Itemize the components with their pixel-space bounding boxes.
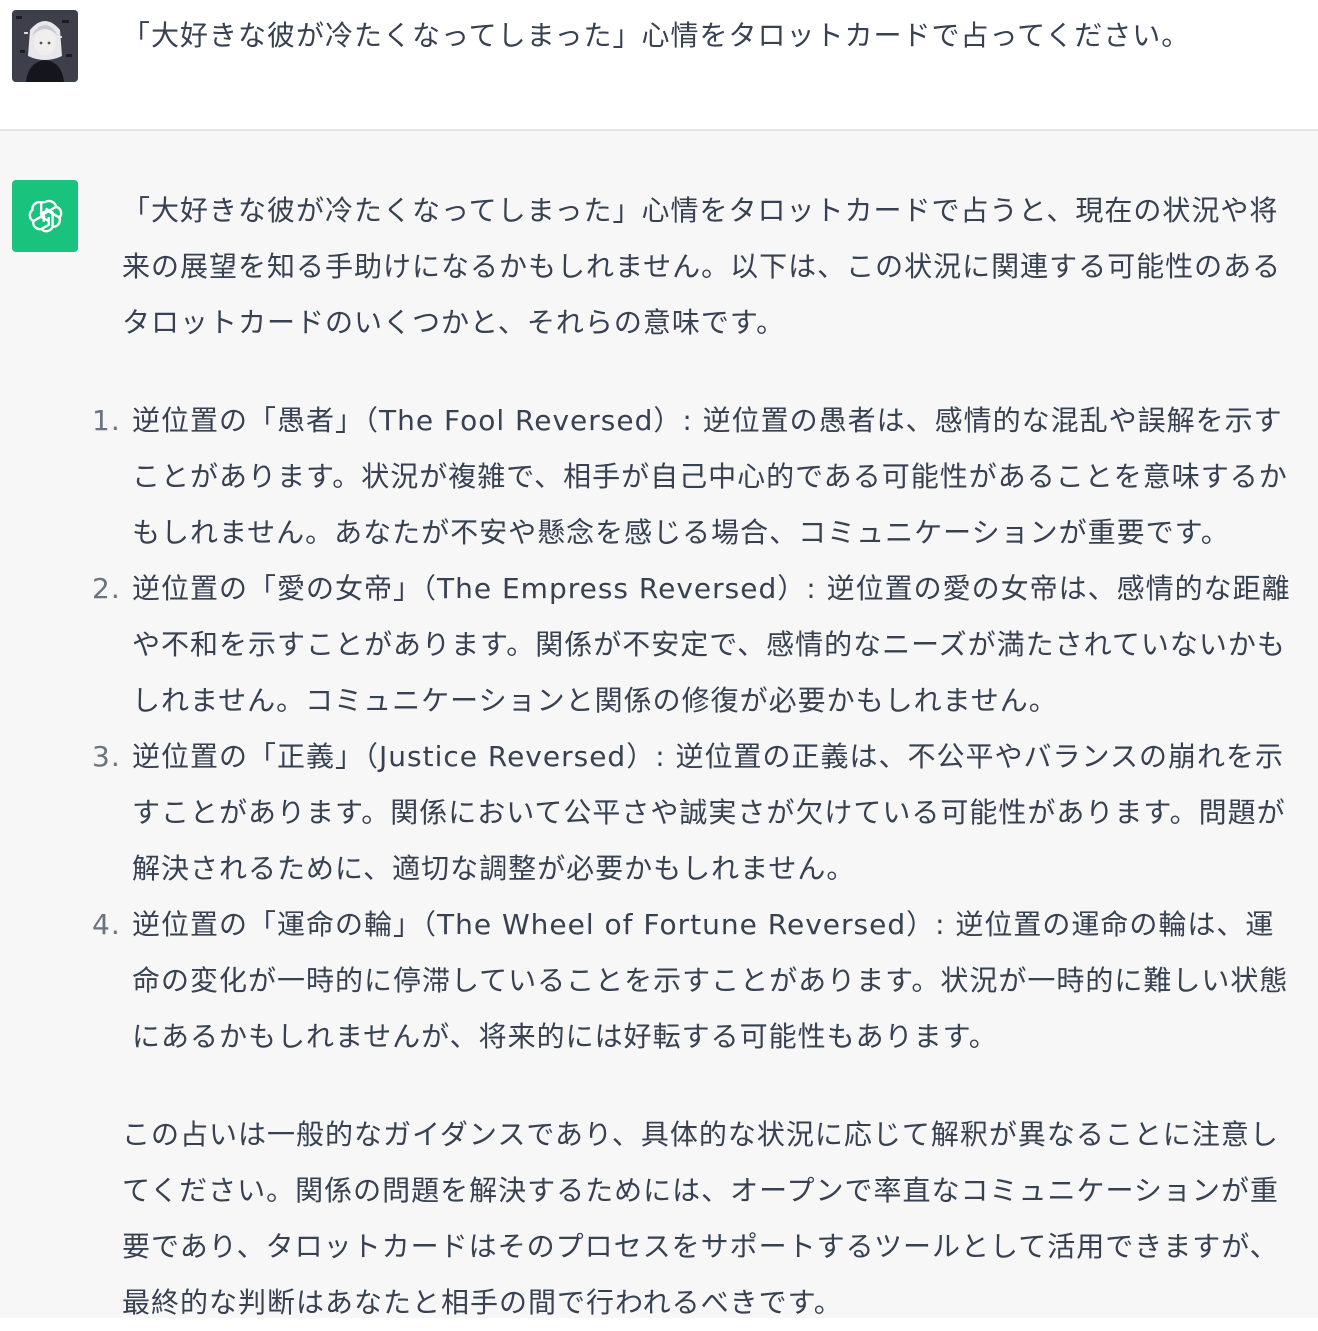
list-item-number: 3.	[92, 740, 121, 773]
assistant-message-row: 「大好きな彼が冷たくなってしまった」心情をタロットカードで占うと、現在の状況や将…	[0, 131, 1318, 1319]
assistant-intro-paragraph: 「大好きな彼が冷たくなってしまった」心情をタロットカードで占うと、現在の状況や将…	[122, 194, 1282, 339]
list-item-text: 逆位置の「愛の女帝」（The Empress Reversed）: 逆位置の愛の…	[132, 572, 1291, 717]
user-message-row: 「大好きな彼が冷たくなってしまった」心情をタロットカードで占ってください。	[0, 0, 1318, 131]
list-item: 3. 逆位置の「正義」（Justice Reversed）: 逆位置の正義は、不…	[92, 729, 1302, 897]
user-message-text: 「大好きな彼が冷たくなってしまった」心情をタロットカードで占ってください。	[122, 19, 1191, 52]
list-item: 1. 逆位置の「愚者」（The Fool Reversed）: 逆位置の愚者は、…	[92, 393, 1302, 561]
list-item: 2. 逆位置の「愛の女帝」（The Empress Reversed）: 逆位置…	[92, 561, 1302, 729]
openai-logo-icon	[28, 199, 63, 233]
tarot-card-list: 1. 逆位置の「愚者」（The Fool Reversed）: 逆位置の愚者は、…	[92, 393, 1302, 1065]
assistant-message: 「大好きな彼が冷たくなってしまった」心情をタロットカードで占うと、現在の状況や将…	[92, 183, 1302, 1331]
user-avatar-image	[12, 10, 78, 82]
assistant-avatar	[12, 180, 78, 252]
user-avatar	[12, 10, 78, 82]
list-item-number: 2.	[92, 572, 121, 605]
list-item-number: 4.	[92, 908, 121, 941]
list-item: 4. 逆位置の「運命の輪」（The Wheel of Fortune Rever…	[92, 897, 1302, 1065]
assistant-closing-paragraph: この占いは一般的なガイダンスであり、具体的な状況に応じて解釈が異なることに注意し…	[122, 1118, 1279, 1319]
list-item-text: 逆位置の「運命の輪」（The Wheel of Fortune Reversed…	[132, 908, 1289, 1053]
list-item-number: 1.	[92, 404, 121, 437]
list-item-text: 逆位置の「正義」（Justice Reversed）: 逆位置の正義は、不公平や…	[132, 740, 1286, 885]
list-item-text: 逆位置の「愚者」（The Fool Reversed）: 逆位置の愚者は、感情的…	[132, 404, 1288, 549]
